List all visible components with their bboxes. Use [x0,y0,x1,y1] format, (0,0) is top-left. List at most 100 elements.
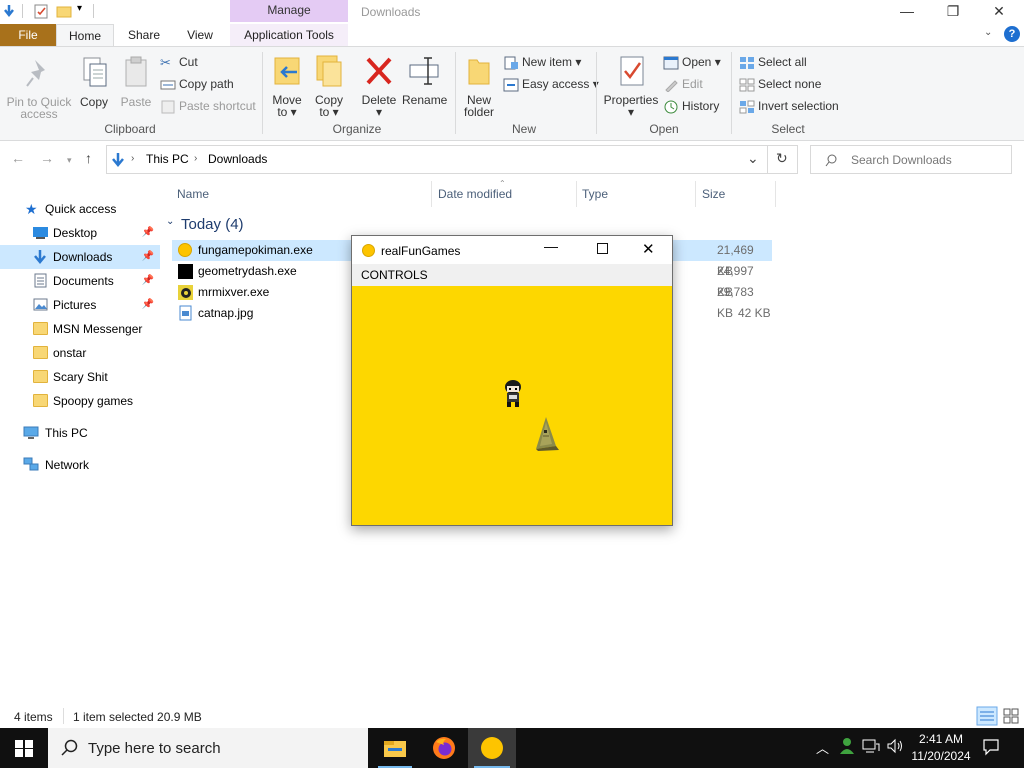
volume-tray-icon[interactable] [886,738,904,754]
recent-locations-chevron-icon[interactable]: ▾ [67,155,72,166]
new-item-button[interactable]: New item ▾ [503,52,581,72]
breadcrumb-downloads[interactable]: Downloads [208,152,267,166]
open-button[interactable]: Open ▾ [663,52,721,72]
windows-start-icon[interactable] [15,740,33,757]
forward-arrow-icon[interactable]: → [40,150,54,166]
customize-quick-access-chevron-icon[interactable]: ▾ [77,3,82,14]
help-icon[interactable]: ? [1004,26,1020,42]
invert-selection-icon [739,100,755,114]
tab-file[interactable]: File [0,24,56,46]
new-folder-button[interactable]: New folder [459,54,499,118]
properties-quick-icon[interactable] [34,4,48,19]
sidebar-item-scary-shit[interactable]: Scary Shit [0,365,160,389]
taskbar-search-placeholder: Type here to search [88,740,221,757]
sidebar-item-downloads[interactable]: Downloads 📌 [0,245,160,269]
copy-to-button[interactable]: Copy to ▾ [310,54,348,118]
column-header-date-modified[interactable]: Date modified [438,187,512,201]
sidebar-item-quick-access[interactable]: ★ Quick access [0,197,160,221]
details-view-icon[interactable] [976,706,998,726]
game-window-title: realFunGames [381,244,461,258]
game-close-button[interactable]: ✕ [642,240,655,258]
creature-sprite [536,417,559,451]
open-icon [663,56,679,70]
history-icon [664,100,678,114]
select-none-button[interactable]: Select none [739,74,821,94]
easy-access-button[interactable]: Easy access ▾ [503,74,599,94]
clock-time: 2:41 AM [918,732,964,746]
tab-application-tools[interactable]: Application Tools [230,24,348,46]
sidebar-item-network[interactable]: Network [0,453,160,477]
firefox-taskbar-icon[interactable] [432,736,456,760]
show-hidden-icons-chevron-icon[interactable]: ︿ [816,738,829,757]
folder-icon [33,370,48,383]
sidebar-item-desktop[interactable]: Desktop 📌 [0,221,160,245]
minimize-button[interactable]: — [884,0,930,22]
tab-share[interactable]: Share [118,24,170,46]
network-tray-icon[interactable] [862,738,880,754]
documents-icon [34,273,47,288]
group-collapse-chevron-icon[interactable]: ⌄ [166,216,174,227]
downloads-icon [4,5,14,18]
pin-to-quick-access-button[interactable]: Pin to Quick access [4,56,74,120]
breadcrumb-this-pc[interactable]: This PC [146,152,189,166]
copy-path-button[interactable]: Copy path [160,74,234,94]
tab-home[interactable]: Home [56,24,114,46]
expand-ribbon-chevron-icon[interactable]: ⌄ [984,27,992,38]
back-arrow-icon[interactable]: ← [11,150,25,166]
invert-selection-button[interactable]: Invert selection [739,96,839,116]
taskbar-clock[interactable]: 2:41 AM 11/20/2024 [910,731,972,765]
address-bar[interactable]: › This PC › Downloads ⌄ ↻ [106,145,798,174]
taskbar-search-box[interactable]: Type here to search [48,728,368,768]
paste-shortcut-button[interactable]: Paste shortcut [160,96,256,116]
game-taskbar-button[interactable] [468,728,516,768]
column-header-type[interactable]: Type [582,187,608,201]
search-icon [61,739,78,756]
refresh-icon[interactable]: ↻ [776,150,788,167]
paste-button[interactable]: Paste [116,56,156,108]
select-group-label: Select [771,122,805,136]
menu-controls[interactable]: CONTROLS [361,268,428,282]
notifications-icon[interactable] [982,738,1000,756]
file-name: fungamepokiman.exe [198,243,313,257]
history-button[interactable]: History [663,96,719,116]
breadcrumb-separator-icon: › [194,153,198,164]
large-icons-view-icon[interactable] [1002,706,1020,726]
edit-button[interactable]: Edit [663,74,703,94]
new-folder-quick-icon[interactable] [56,5,72,18]
move-to-button[interactable]: Move to ▾ [268,54,306,118]
delete-button[interactable]: Delete ▾ [358,54,400,118]
scissors-icon: ✂ [160,54,171,70]
tab-view[interactable]: View [174,24,226,46]
rename-button[interactable]: Rename [402,54,447,106]
group-header-today[interactable]: Today (4) [181,216,244,233]
up-arrow-icon[interactable]: ↑ [85,150,92,166]
people-tray-icon[interactable] [838,737,856,755]
sidebar-item-documents[interactable]: Documents 📌 [0,269,160,293]
column-header-size[interactable]: Size [702,187,725,201]
game-canvas[interactable] [352,286,672,525]
close-button[interactable]: ✕ [976,0,1022,22]
sidebar-item-msn-messenger[interactable]: MSN Messenger [0,317,160,341]
game-window[interactable]: realFunGames — ✕ CONTROLS [351,235,673,526]
address-history-chevron-icon[interactable]: ⌄ [747,150,759,167]
app-circle-icon [178,243,192,257]
star-icon: ★ [25,201,38,217]
game-minimize-button[interactable]: — [544,238,558,254]
paste-shortcut-icon [161,100,175,114]
search-box[interactable]: Search Downloads [810,145,1012,174]
copy-button[interactable]: Copy [76,56,112,108]
sidebar-item-pictures[interactable]: Pictures 📌 [0,293,160,317]
maximize-button[interactable]: ❐ [930,0,976,22]
open-group-label: Open [649,122,679,136]
file-explorer-taskbar-icon[interactable] [383,738,407,758]
cut-button[interactable]: ✂ Cut [160,52,198,72]
rename-icon [409,57,439,85]
game-maximize-button[interactable] [597,243,608,254]
sidebar-item-onstar[interactable]: onstar [0,341,160,365]
pin-icon: 📌 [141,227,154,238]
column-header-name[interactable]: Name [177,187,209,201]
sidebar-item-spoopy-games[interactable]: Spoopy games [0,389,160,413]
sidebar-item-this-pc[interactable]: This PC [0,421,160,445]
properties-button[interactable]: Properties ▾ [602,54,660,118]
select-all-button[interactable]: Select all [739,52,807,72]
